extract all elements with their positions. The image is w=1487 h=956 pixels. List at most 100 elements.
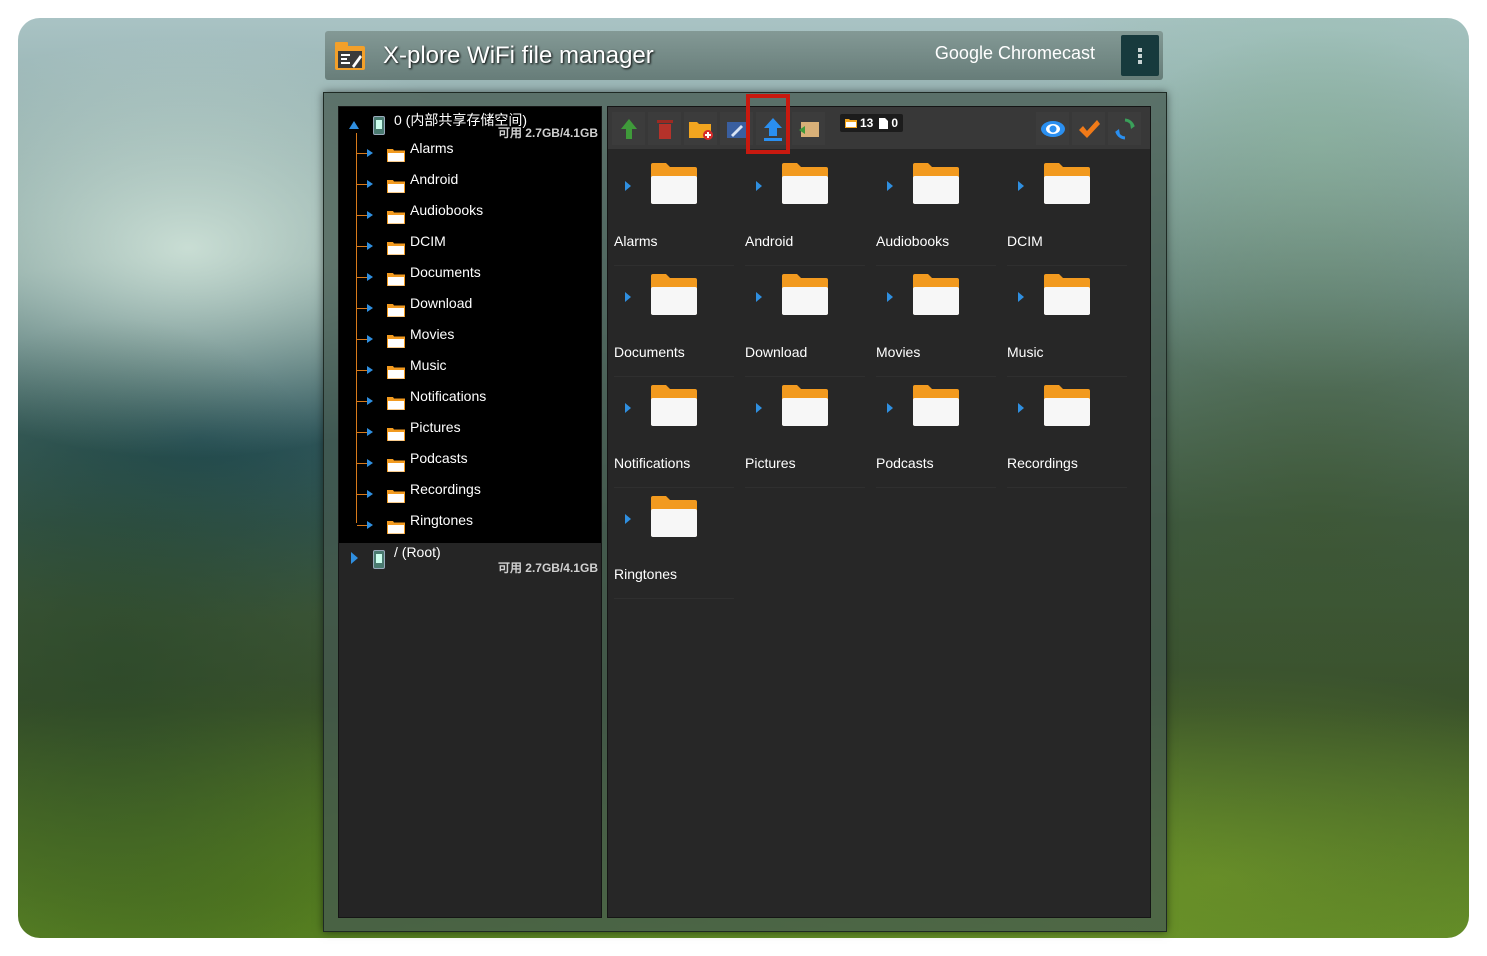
tree-item[interactable]: Audiobooks — [357, 200, 597, 231]
refresh-button[interactable] — [1108, 112, 1141, 145]
tree-item[interactable]: Documents — [357, 262, 597, 293]
expand-icon[interactable] — [756, 403, 762, 413]
expand-icon[interactable] — [625, 403, 631, 413]
expand-icon[interactable] — [756, 181, 762, 191]
folder-icon — [1043, 163, 1091, 210]
go-up-button[interactable] — [612, 112, 645, 145]
tree-storage-row[interactable]: 0 (内部共享存储空间) 可用 2.7GB/4.1GB — [339, 109, 601, 140]
tree-item[interactable]: Alarms — [357, 138, 597, 169]
expand-icon[interactable] — [367, 335, 373, 343]
tree-item-label: Audiobooks — [410, 202, 484, 218]
expand-icon[interactable] — [367, 428, 373, 436]
expand-icon[interactable] — [367, 273, 373, 281]
folder-count: 13 — [860, 116, 874, 130]
folder-content-panel: 13 0 Alarms Android Audiobooks DCIM Document… — [607, 106, 1151, 918]
expand-icon[interactable] — [625, 292, 631, 302]
folder-label: Podcasts — [876, 455, 934, 471]
expand-icon[interactable] — [887, 403, 893, 413]
expand-icon[interactable] — [367, 459, 373, 467]
folder-tile[interactable]: Movies — [870, 266, 1001, 377]
expand-icon[interactable] — [756, 292, 762, 302]
tree-item[interactable]: Recordings — [357, 479, 597, 510]
folder-tile[interactable]: DCIM — [1001, 155, 1132, 266]
folder-tile[interactable]: Documents — [608, 266, 739, 377]
folder-icon — [912, 385, 960, 432]
folder-tile[interactable]: Download — [739, 266, 870, 377]
folder-icon — [650, 274, 698, 321]
refresh-icon — [1114, 118, 1135, 139]
tree-item[interactable]: Ringtones — [357, 510, 597, 541]
app-title: X-plore WiFi file manager — [383, 42, 654, 69]
expand-icon[interactable] — [1018, 181, 1024, 191]
expand-icon[interactable] — [367, 521, 373, 529]
expand-icon[interactable] — [367, 490, 373, 498]
expand-icon[interactable] — [367, 366, 373, 374]
menu-button[interactable] — [1121, 35, 1159, 76]
tree-item[interactable]: Download — [357, 293, 597, 324]
tree-item[interactable]: Movies — [357, 324, 597, 355]
tree-item-label: Ringtones — [410, 512, 474, 528]
select-button[interactable] — [1072, 112, 1105, 145]
tree-item[interactable]: Music — [357, 355, 597, 386]
folder-icon — [387, 426, 405, 446]
folder-icon — [387, 333, 405, 353]
delete-button[interactable] — [648, 112, 681, 145]
expand-icon[interactable] — [367, 180, 373, 188]
folder-icon — [650, 385, 698, 432]
item-counter: 13 0 — [840, 114, 904, 132]
expand-icon[interactable] — [625, 181, 631, 191]
device-name: Google Chromecast — [934, 43, 1095, 63]
folder-tile[interactable]: Recordings — [1001, 377, 1132, 488]
tree-item-label: Documents — [410, 264, 481, 280]
folder-label: Pictures — [745, 455, 796, 471]
tree-root-row[interactable]: / (Root) 可用 2.7GB/4.1GB — [339, 543, 601, 575]
folder-tile[interactable]: Pictures — [739, 377, 870, 488]
folder-tile[interactable]: Audiobooks — [870, 155, 1001, 266]
folder-icon — [387, 178, 405, 198]
new-folder-button[interactable] — [684, 112, 717, 145]
expand-icon[interactable] — [887, 292, 893, 302]
folder-icon — [387, 302, 405, 322]
tree-item[interactable]: DCIM — [357, 231, 597, 262]
expand-icon[interactable] — [367, 211, 373, 219]
folder-label: DCIM — [1007, 233, 1043, 249]
folder-icon — [387, 147, 405, 167]
folder-tile[interactable]: Notifications — [608, 377, 739, 488]
folder-tile[interactable]: Podcasts — [870, 377, 1001, 488]
collapse-icon[interactable] — [349, 119, 359, 131]
tile-divider — [876, 487, 996, 488]
folder-tile[interactable]: Ringtones — [608, 488, 739, 599]
folder-tile[interactable]: Alarms — [608, 155, 739, 266]
checkmark-icon — [1078, 119, 1100, 138]
expand-icon[interactable] — [1018, 403, 1024, 413]
expand-icon[interactable] — [625, 514, 631, 524]
tree-expanded-storage: 0 (内部共享存储空间) 可用 2.7GB/4.1GB Alarms Androi… — [339, 107, 601, 543]
tree-item[interactable]: Android — [357, 169, 597, 200]
tree-item[interactable]: Podcasts — [357, 448, 597, 479]
expand-icon[interactable] — [367, 304, 373, 312]
expand-icon[interactable] — [367, 242, 373, 250]
tree-item-label: Movies — [410, 326, 455, 342]
expand-icon[interactable] — [887, 181, 893, 191]
tile-divider — [745, 487, 865, 488]
folder-label: Alarms — [614, 233, 658, 249]
folder-icon — [387, 488, 405, 508]
folder-icon — [781, 274, 829, 321]
folder-label: Audiobooks — [876, 233, 950, 249]
expand-icon[interactable] — [367, 149, 373, 157]
folder-icon — [650, 163, 698, 210]
folder-icon — [387, 519, 405, 539]
move-button[interactable] — [792, 112, 825, 145]
folder-icon — [1043, 274, 1091, 321]
expand-icon[interactable] — [351, 552, 359, 564]
tree-item[interactable]: Notifications — [357, 386, 597, 417]
folder-tile[interactable]: Music — [1001, 266, 1132, 377]
folder-tile[interactable]: Android — [739, 155, 870, 266]
tree-item-label: Recordings — [410, 481, 481, 497]
expand-icon[interactable] — [1018, 292, 1024, 302]
expand-icon[interactable] — [367, 397, 373, 405]
view-button[interactable] — [1036, 112, 1069, 145]
tree-item[interactable]: Pictures — [357, 417, 597, 448]
folder-label: Download — [745, 344, 808, 360]
tree-item-label: Pictures — [410, 419, 461, 435]
